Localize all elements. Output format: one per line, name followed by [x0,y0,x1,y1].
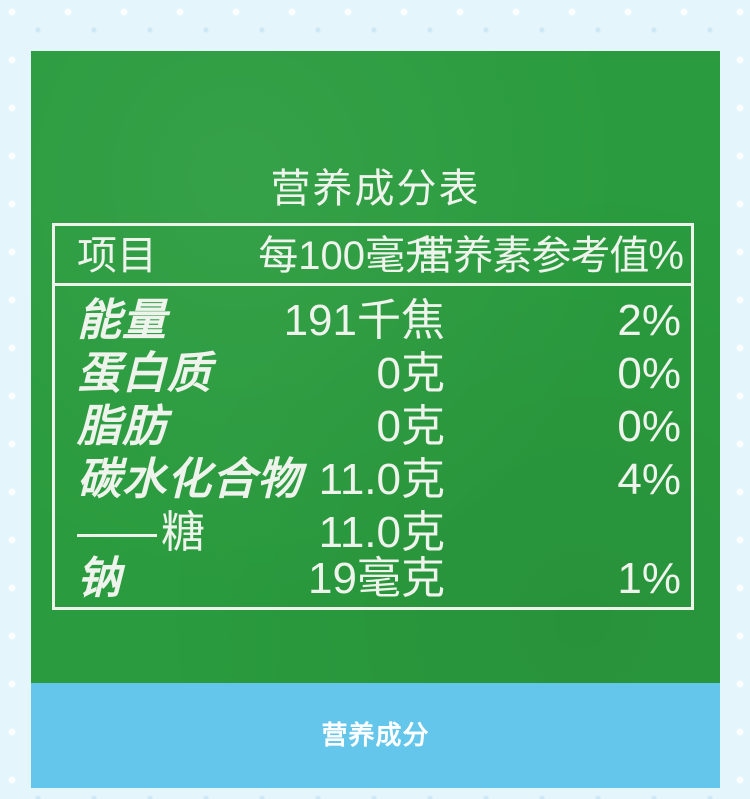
table-row-sodium: 钠 19毫克 1% [55,552,691,605]
table-row-protein: 蛋白质 0克 0% [55,347,691,400]
row-name: 糖 [161,508,206,557]
row-name: 能量 [77,296,167,345]
row-amount: 0克 [376,402,445,451]
nutrition-table-title: 营养成分表 [270,167,481,211]
row-name: 蛋白质 [77,349,212,398]
caption-bar: 营养成分 [31,683,720,788]
header-item: 项目 [77,234,157,278]
nutrition-label-photo: 营养成分表 项目 每100毫升 营养素参考值% 能量 191千焦 2% 蛋白质 … [31,51,720,683]
row-name: 碳水化合物 [77,455,302,504]
row-nrv: 0% [617,402,681,451]
row-nrv: 2% [617,296,681,345]
table-row-fat: 脂肪 0克 0% [55,400,691,453]
row-amount: 19毫克 [308,554,445,603]
caption-text: 营养成分 [321,720,430,750]
table-row-carbohydrate: 碳水化合物 11.0克 4% [55,453,691,506]
row-name: 脂肪 [77,402,167,451]
row-name: 钠 [77,554,122,603]
sub-item-dash [77,533,157,537]
header-nrv-percent: 营养素参考值% [414,234,684,278]
table-row-energy: 能量 191千焦 2% [55,294,691,347]
row-amount: 191千焦 [283,296,445,345]
table-header-row: 项目 每100毫升 营养素参考值% [55,226,691,286]
row-nrv: 4% [617,455,681,504]
nutrition-table: 项目 每100毫升 营养素参考值% 能量 191千焦 2% 蛋白质 0克 0% … [52,223,694,610]
row-amount: 11.0克 [318,455,445,504]
row-nrv: 1% [617,554,681,603]
row-amount: 0克 [376,349,445,398]
row-nrv: 0% [617,349,681,398]
